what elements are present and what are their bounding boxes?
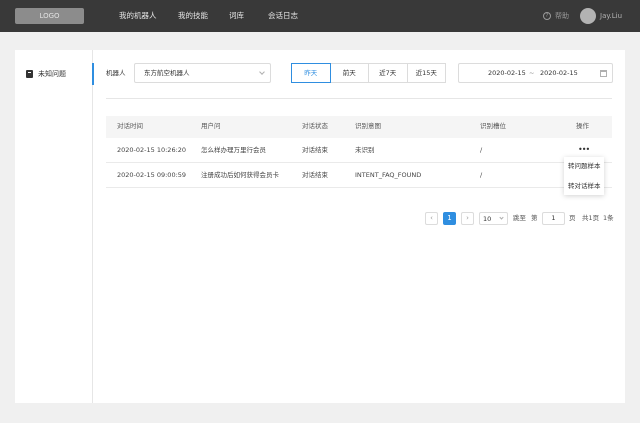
nav-session-log[interactable]: 会话日志 — [268, 11, 298, 21]
next-page-button[interactable]: › — [461, 212, 474, 225]
range-end-date: 2020-02-15 — [540, 69, 578, 77]
action-dropdown-menu: 转问题样本 转对话样本 — [564, 157, 604, 195]
date-range-picker[interactable]: 2020-02-15 ~ 2020-02-15 — [458, 63, 613, 83]
page-size-select[interactable]: 10 — [479, 212, 508, 225]
prev-page-button[interactable]: ‹ — [425, 212, 438, 225]
cell-slot: / — [480, 171, 483, 179]
jump-label: 跳至 — [513, 214, 526, 222]
cell-intent: INTENT_FAQ_FOUND — [355, 171, 422, 179]
robot-label: 机器人 — [106, 69, 126, 77]
date-button-day-before[interactable]: 前天 — [329, 63, 369, 83]
cell-question: 怎么样办理万里行会员 — [201, 146, 266, 154]
table-header: 对话时间 用户问 对话状态 识别意图 识别槽位 操作 — [106, 116, 612, 138]
total-items: 1条 — [603, 214, 614, 222]
date-button-last-7-days[interactable]: 近7天 — [368, 63, 408, 83]
sidebar-item-unknown-questions[interactable]: 未知问题 — [15, 63, 94, 85]
date-button-group: 昨天 前天 近7天 近15天 — [291, 63, 446, 83]
user-name[interactable]: Jay.Liu — [600, 12, 622, 21]
column-header: 对话时间 — [117, 122, 143, 130]
cell-status: 对话结束 — [302, 146, 328, 154]
logo: LOGO — [15, 8, 84, 24]
divider — [106, 98, 612, 99]
date-button-yesterday[interactable]: 昨天 — [291, 63, 331, 83]
help-link[interactable]: 帮助 — [555, 12, 569, 21]
table-row: 2020-02-15 09:00:59 注册成功后如何获得会员卡 对话结束 IN… — [106, 163, 612, 188]
more-dots-icon[interactable]: ••• — [578, 146, 590, 154]
date-button-last-15-days[interactable]: 近15天 — [406, 63, 446, 83]
sidebar-item-label: 未知问题 — [38, 70, 66, 78]
page-suffix: 页 — [569, 214, 576, 222]
robot-select-value: 东方航空机器人 — [144, 69, 190, 77]
cell-time: 2020-02-15 10:26:20 — [117, 146, 187, 154]
main-card: 未知问题 — [15, 50, 625, 403]
cell-slot: / — [480, 146, 483, 154]
cell-time: 2020-02-15 09:00:59 — [117, 171, 187, 179]
book-icon — [26, 70, 33, 78]
cell-question: 注册成功后如何获得会员卡 — [201, 171, 279, 179]
chevron-down-icon — [499, 215, 504, 220]
page-jump-input[interactable]: 1 — [542, 212, 565, 225]
avatar[interactable] — [580, 8, 596, 24]
menu-item-to-dialog-sample[interactable]: 转对话样本 — [568, 182, 601, 191]
cell-status: 对话结束 — [302, 171, 328, 179]
cell-intent: 未识别 — [355, 146, 375, 154]
range-start-date: 2020-02-15 — [488, 69, 526, 77]
sidebar: 未知问题 — [15, 50, 94, 403]
robot-select[interactable]: 东方航空机器人 — [134, 63, 271, 83]
column-header: 对话状态 — [302, 122, 328, 130]
calendar-icon — [600, 70, 607, 77]
page-size-value: 10 — [483, 215, 492, 223]
column-header: 操作 — [576, 122, 589, 130]
chevron-down-icon — [259, 69, 265, 75]
range-separator: ~ — [529, 69, 535, 77]
top-navigation-bar: LOGO 我的机器人 我的技能 词库 会话日志 ? 帮助 Jay.Liu — [0, 0, 640, 32]
page-button-current[interactable]: 1 — [443, 212, 456, 225]
column-header: 用户问 — [201, 122, 221, 130]
menu-item-to-question-sample[interactable]: 转问题样本 — [568, 162, 601, 171]
nav-my-robots[interactable]: 我的机器人 — [119, 11, 157, 21]
page-prefix: 第 — [531, 214, 538, 222]
table-row: 2020-02-15 10:26:20 怎么样办理万里行会员 对话结束 未识别 … — [106, 138, 612, 163]
column-header: 识别槽位 — [480, 122, 506, 130]
column-header: 识别意图 — [355, 122, 381, 130]
nav-my-skills[interactable]: 我的技能 — [178, 11, 208, 21]
nav-lexicon[interactable]: 词库 — [229, 11, 244, 21]
total-pages: 共1页 — [582, 214, 600, 222]
question-circle-icon[interactable]: ? — [543, 12, 551, 20]
